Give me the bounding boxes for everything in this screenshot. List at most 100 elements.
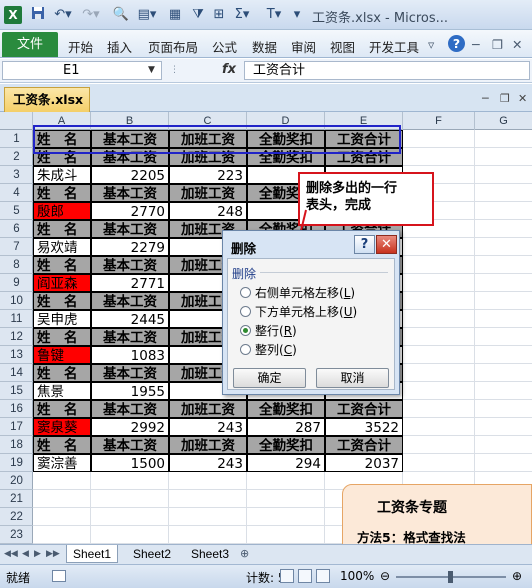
row-header-4[interactable]: 4	[0, 184, 33, 202]
name-cell[interactable]: 窦泉葵	[33, 418, 91, 436]
tab-home[interactable]: 开始	[68, 37, 93, 56]
row-header-20[interactable]: 20	[0, 472, 33, 490]
column-header-g[interactable]: G	[475, 112, 532, 130]
tab-formulas[interactable]: 公式	[212, 37, 237, 56]
zoom-out-icon[interactable]: ⊖	[380, 569, 390, 583]
header-cell[interactable]: 姓 名	[33, 184, 91, 202]
value-cell[interactable]: 1083	[91, 346, 169, 364]
formula-input[interactable]: 工资合计	[244, 61, 530, 80]
window-close-icon[interactable]: ✕	[512, 37, 522, 52]
select-all-corner[interactable]	[0, 112, 33, 130]
value-cell[interactable]: 2037	[325, 454, 403, 472]
workbook-tab[interactable]: 工资条.xlsx	[4, 87, 90, 112]
page-layout-view-icon[interactable]	[298, 569, 312, 583]
value-cell[interactable]: 223	[169, 166, 247, 184]
value-cell[interactable]: 1955	[91, 382, 169, 400]
row-header-1[interactable]: 1	[0, 130, 33, 148]
dialog-close-button[interactable]: ✕	[376, 235, 397, 254]
next-sheet-icon[interactable]: ▶	[34, 549, 41, 559]
tab-data[interactable]: 数据	[252, 37, 277, 56]
row-header-8[interactable]: 8	[0, 256, 33, 274]
value-cell[interactable]: 2279	[91, 238, 169, 256]
zoom-slider-thumb[interactable]	[448, 571, 453, 583]
value-cell[interactable]: 2205	[91, 166, 169, 184]
row-header-23[interactable]: 23	[0, 526, 33, 544]
header-cell[interactable]: 加班工资	[169, 400, 247, 418]
option-entire-row[interactable]: 整行(R)	[240, 323, 297, 339]
sheet-tab-3[interactable]: Sheet3	[184, 545, 236, 563]
row-header-13[interactable]: 13	[0, 346, 33, 364]
help-icon[interactable]: ?	[448, 35, 465, 52]
minimize-ribbon-icon[interactable]: ▿	[428, 37, 434, 52]
undo-icon[interactable]: ↶▾	[52, 6, 74, 24]
header-cell[interactable]: 加班工资	[169, 436, 247, 454]
row-header-6[interactable]: 6	[0, 220, 33, 238]
header-cell[interactable]: 基本工资	[91, 220, 169, 238]
sheet-tab-1[interactable]: Sheet1	[66, 545, 118, 563]
macro-record-icon[interactable]	[52, 570, 66, 582]
name-cell[interactable]: 吴申虎	[33, 310, 91, 328]
name-cell[interactable]: 易欢靖	[33, 238, 91, 256]
cancel-button[interactable]: 取消	[316, 368, 389, 388]
name-cell[interactable]: 阎亚森	[33, 274, 91, 292]
workbook-minimize-icon[interactable]: ─	[482, 92, 489, 105]
column-header-f[interactable]: F	[403, 112, 475, 130]
print-preview-icon[interactable]: 🔍	[112, 6, 130, 24]
header-cell[interactable]: 加班工资	[169, 184, 247, 202]
customize-toolbar-icon[interactable]: ▾	[290, 6, 304, 24]
row-header-2[interactable]: 2	[0, 148, 33, 166]
name-cell[interactable]: 殷郎	[33, 202, 91, 220]
value-cell[interactable]: 2771	[91, 274, 169, 292]
tab-insert[interactable]: 插入	[107, 37, 132, 56]
header-cell[interactable]: 姓 名	[33, 256, 91, 274]
header-cell[interactable]: 姓 名	[33, 400, 91, 418]
row-header-3[interactable]: 3	[0, 166, 33, 184]
header-cell[interactable]: 姓 名	[33, 292, 91, 310]
row-header-22[interactable]: 22	[0, 508, 33, 526]
radio-shift-up[interactable]	[240, 306, 251, 317]
radio-entire-row[interactable]	[240, 325, 251, 336]
value-cell[interactable]: 243	[169, 454, 247, 472]
save-icon[interactable]	[30, 6, 46, 24]
value-cell[interactable]: 294	[247, 454, 325, 472]
sheet-tab-2[interactable]: Sheet2	[126, 545, 178, 563]
window-minimize-icon[interactable]: ─	[472, 37, 480, 52]
header-cell[interactable]: 基本工资	[91, 292, 169, 310]
header-cell[interactable]: 姓 名	[33, 328, 91, 346]
value-cell[interactable]: 2445	[91, 310, 169, 328]
header-cell[interactable]: 基本工资	[91, 328, 169, 346]
row-header-21[interactable]: 21	[0, 490, 33, 508]
row-header-5[interactable]: 5	[0, 202, 33, 220]
grid-icon[interactable]: ⊞	[210, 6, 228, 24]
value-cell[interactable]: 2992	[91, 418, 169, 436]
option-entire-column[interactable]: 整列(C)	[240, 342, 297, 358]
option-shift-up[interactable]: 下方单元格上移(U)	[240, 304, 357, 320]
prev-sheet-icon[interactable]: ◀	[22, 549, 29, 559]
header-cell[interactable]: 全勤奖扣	[247, 436, 325, 454]
tab-review[interactable]: 审阅	[291, 37, 316, 56]
header-cell[interactable]: 基本工资	[91, 256, 169, 274]
workbook-close-icon[interactable]: ✕	[518, 92, 527, 105]
dialog-help-button[interactable]: ?	[354, 235, 375, 254]
value-cell[interactable]: 248	[169, 202, 247, 220]
insert-function-icon[interactable]: fx	[222, 62, 236, 77]
header-cell[interactable]: 姓 名	[33, 364, 91, 382]
new-sheet-icon[interactable]: ⊕	[240, 547, 249, 560]
page-break-view-icon[interactable]	[316, 569, 330, 583]
layout-icon[interactable]: ▤▾	[136, 6, 158, 24]
header-cell[interactable]: 基本工资	[91, 184, 169, 202]
row-header-9[interactable]: 9	[0, 274, 33, 292]
row-header-10[interactable]: 10	[0, 292, 33, 310]
tab-file[interactable]: 文件	[2, 32, 58, 57]
first-sheet-icon[interactable]: ◀◀	[4, 549, 18, 559]
value-cell[interactable]: 2770	[91, 202, 169, 220]
header-cell[interactable]: 姓 名	[33, 220, 91, 238]
header-cell[interactable]: 工资合计	[325, 436, 403, 454]
workbook-restore-icon[interactable]: ❐	[500, 92, 510, 105]
header-cell[interactable]: 基本工资	[91, 364, 169, 382]
value-cell[interactable]: 1500	[91, 454, 169, 472]
radio-shift-left[interactable]	[240, 287, 251, 298]
row-header-14[interactable]: 14	[0, 364, 33, 382]
radio-entire-column[interactable]	[240, 344, 251, 355]
zoom-in-icon[interactable]: ⊕	[512, 569, 522, 583]
